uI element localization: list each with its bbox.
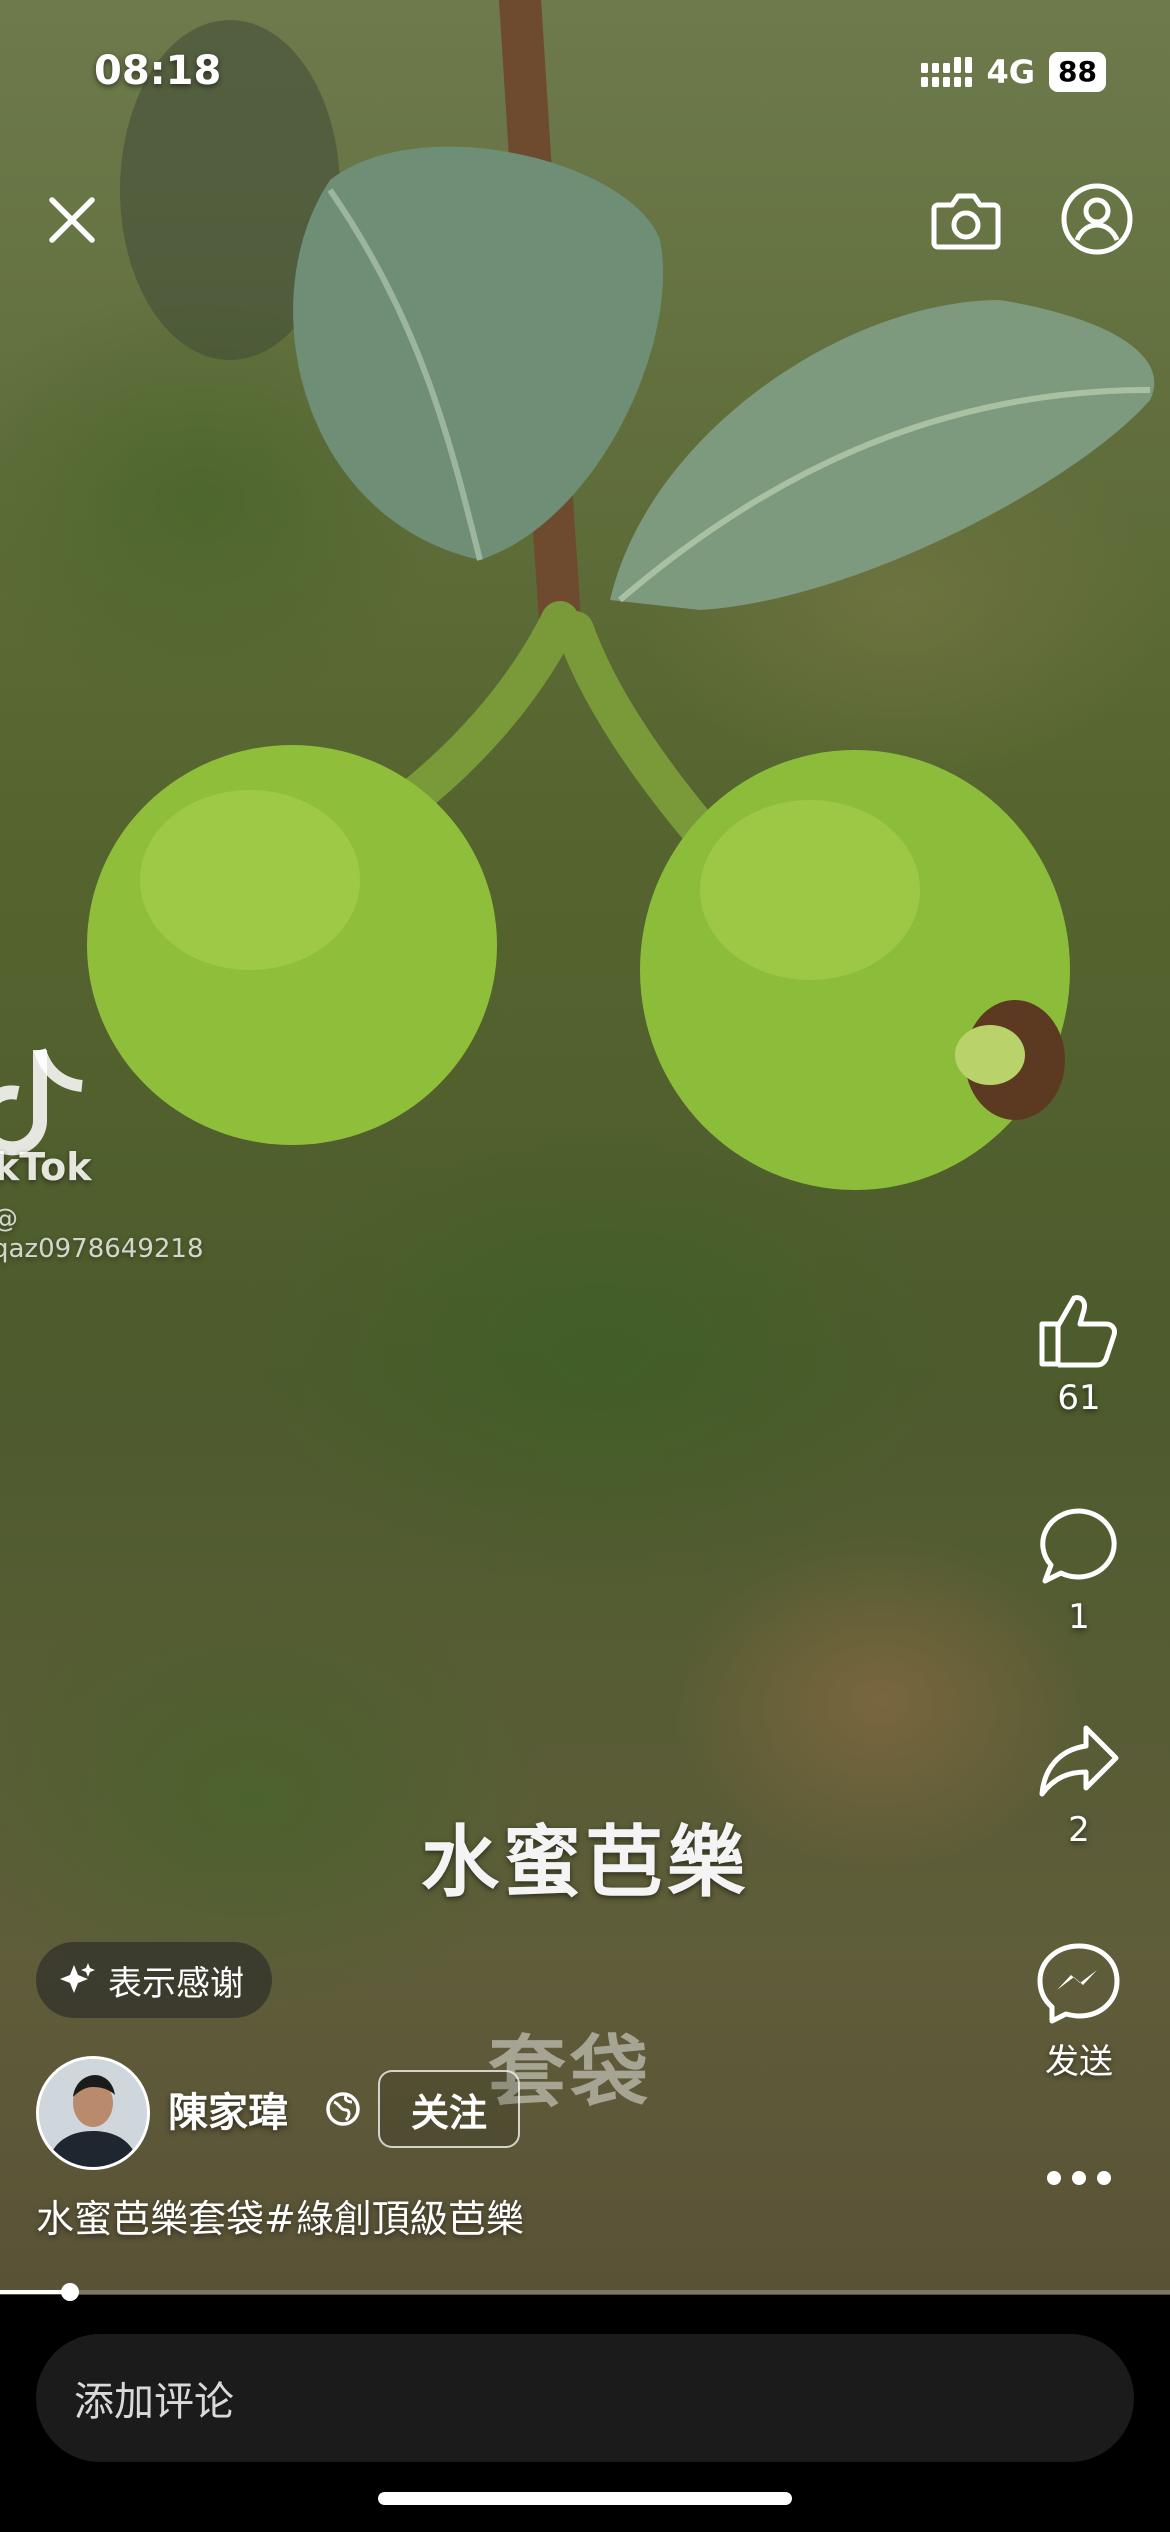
like-button[interactable]: 61 <box>1024 1290 1134 1418</box>
home-indicator[interactable] <box>378 2492 792 2505</box>
close-button[interactable] <box>40 188 104 252</box>
status-indicators: 4G 88 <box>920 52 1106 92</box>
camera-button[interactable] <box>926 180 1006 260</box>
video-progress-track[interactable] <box>0 2290 1170 2294</box>
comment-placeholder: 添加评论 <box>74 2379 234 2425</box>
more-icon <box>1047 2171 1111 2185</box>
avatar-image <box>39 2059 147 2167</box>
video-progress-handle[interactable] <box>61 2283 80 2301</box>
video-overlay-title: 水蜜芭樂 <box>420 1818 749 1908</box>
comment-icon <box>1040 1508 1117 1584</box>
watermark-user: @ qaz0978649218 <box>0 1204 204 1264</box>
comment-input[interactable]: 添加评论 <box>36 2334 1134 2462</box>
watermark-brand: kTok <box>0 1145 92 1189</box>
follow-button[interactable]: 关注 <box>378 2070 520 2148</box>
author-name[interactable]: 陳家瑋 <box>168 2080 288 2138</box>
tiktok-logo-icon <box>0 1048 83 1156</box>
signal-icon <box>920 57 972 87</box>
battery-indicator: 88 <box>1049 52 1106 92</box>
globe-icon <box>326 2092 360 2126</box>
profile-button[interactable] <box>1056 178 1138 260</box>
video-caption[interactable]: 水蜜芭樂套袋#綠創頂級芭樂 <box>36 2188 524 2243</box>
author-avatar[interactable] <box>36 2056 150 2170</box>
messenger-icon <box>1037 1943 1120 2024</box>
comment-button[interactable]: 1 <box>1024 1505 1134 1637</box>
public-indicator <box>324 2090 362 2132</box>
comment-count: 1 <box>1068 1597 1090 1637</box>
like-icon <box>1039 1295 1117 1368</box>
more-button[interactable] <box>1024 2168 1134 2188</box>
thanks-button[interactable]: 表示感谢 <box>36 1942 272 2018</box>
send-label: 发送 <box>1045 2042 1113 2082</box>
share-icon <box>1039 1725 1119 1797</box>
like-count: 61 <box>1057 1378 1101 1418</box>
thanks-label: 表示感谢 <box>108 1963 244 2004</box>
network-type: 4G <box>986 53 1036 91</box>
video-progress-fill <box>0 2290 71 2294</box>
camera-icon <box>931 193 1001 250</box>
close-icon <box>49 197 95 243</box>
send-button[interactable]: 发送 <box>1024 1942 1134 2083</box>
profile-icon <box>1061 183 1133 255</box>
sparkle-icon <box>60 1963 95 1993</box>
status-time: 08:18 <box>94 48 222 94</box>
